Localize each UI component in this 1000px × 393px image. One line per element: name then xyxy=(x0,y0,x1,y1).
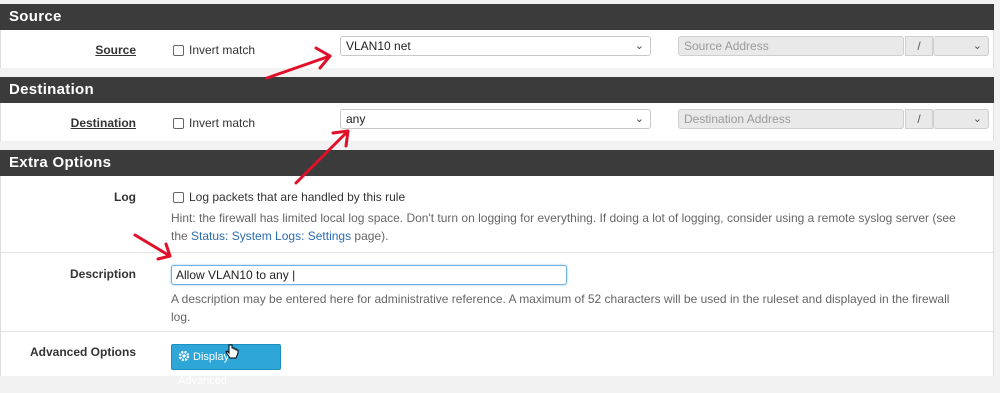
gear-icon xyxy=(178,350,190,362)
log-label: Log xyxy=(114,190,136,204)
description-label: Description xyxy=(69,267,136,281)
log-hint: Hint: the firewall has limited local log… xyxy=(171,209,986,245)
destination-invert-checkbox[interactable] xyxy=(173,118,184,129)
source-slash: / xyxy=(905,36,933,56)
destination-type-select[interactable]: any ⌄ xyxy=(340,109,651,129)
log-hint-post: page). xyxy=(351,229,389,243)
source-type-select[interactable]: VLAN10 net ⌄ xyxy=(340,36,651,56)
source-address-input[interactable]: Source Address xyxy=(678,36,904,56)
destination-address-input[interactable]: Destination Address xyxy=(678,109,904,129)
destination-invert-label: Invert match xyxy=(189,116,256,130)
description-hint-line1: A description may be entered here for ad… xyxy=(171,292,950,306)
destination-row: Destination Invert match any ⌄ Destinati… xyxy=(0,103,994,141)
extra-options-header: Extra Options xyxy=(0,150,994,176)
log-checkbox-label: Log packets that are handled by this rul… xyxy=(189,190,406,204)
chevron-down-icon: ⌄ xyxy=(972,40,982,52)
chevron-down-icon: ⌄ xyxy=(634,113,644,125)
advanced-options-label: Advanced Options xyxy=(29,345,136,359)
destination-label: Destination xyxy=(70,116,136,130)
chevron-down-icon: ⌄ xyxy=(634,40,644,52)
log-hint-the: the xyxy=(171,229,192,243)
source-invert-checkbox[interactable] xyxy=(173,45,184,56)
destination-select-value: any xyxy=(346,112,366,126)
destination-mask-select[interactable]: ⌄ xyxy=(933,109,989,129)
log-hint-text: Hint: the firewall has limited local log… xyxy=(171,211,956,225)
source-select-value: VLAN10 net xyxy=(346,39,411,53)
divider xyxy=(1,331,993,332)
description-input[interactable]: Allow VLAN10 to any | xyxy=(171,265,567,285)
chevron-down-icon: ⌄ xyxy=(972,113,982,125)
destination-slash: / xyxy=(905,109,933,129)
extra-options-body: Log Log packets that are handled by this… xyxy=(0,176,994,387)
description-hint-line2: log. xyxy=(171,310,191,324)
destination-section-header: Destination xyxy=(0,77,994,103)
source-label: Source xyxy=(95,43,136,57)
system-logs-settings-link[interactable]: Status: System Logs: Settings xyxy=(191,229,351,243)
source-mask-select[interactable]: ⌄ xyxy=(933,36,989,56)
source-section-header: Source xyxy=(0,4,994,30)
log-checkbox[interactable] xyxy=(173,192,184,203)
hand-cursor-icon xyxy=(225,344,239,359)
description-hint: A description may be entered here for ad… xyxy=(171,290,986,326)
source-invert-label: Invert match xyxy=(189,43,256,57)
source-row: Source Invert match VLAN10 net ⌄ Source … xyxy=(0,30,994,68)
divider xyxy=(1,252,993,253)
